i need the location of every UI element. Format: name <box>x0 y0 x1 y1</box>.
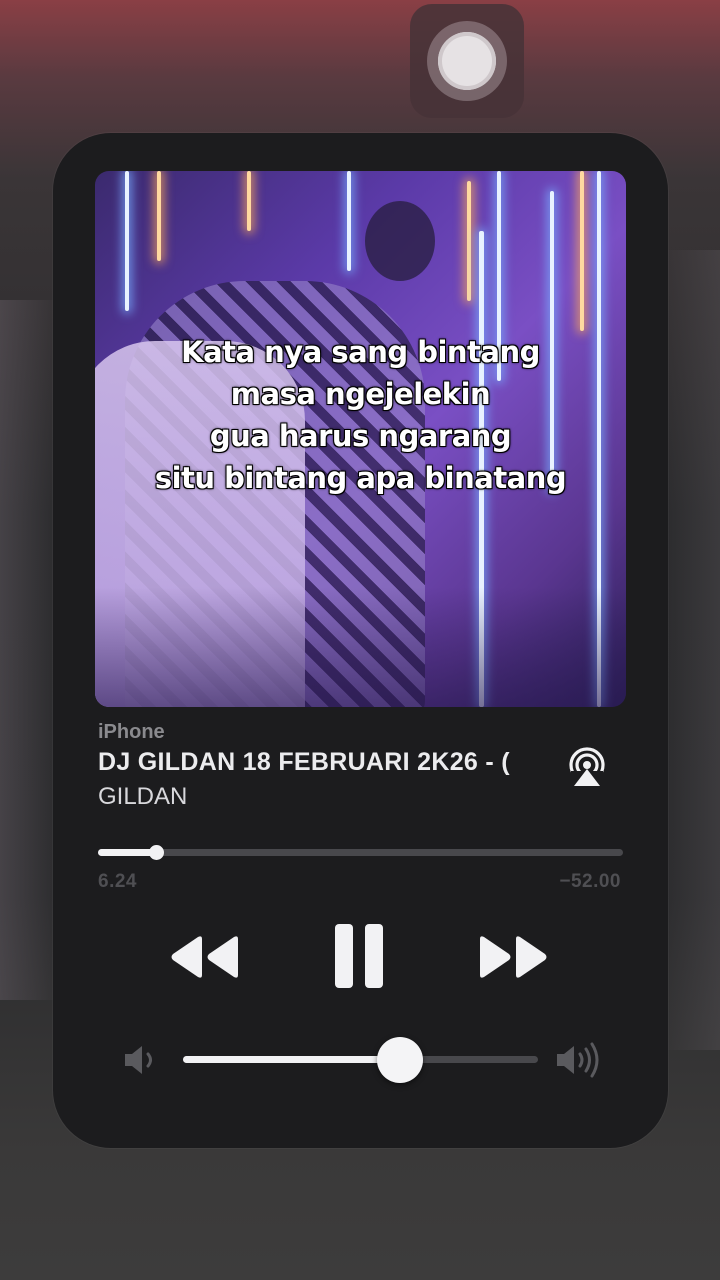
rewind-icon[interactable] <box>168 933 240 981</box>
background-blur-left <box>0 300 60 1000</box>
album-artwork[interactable]: Kata nya sang bintang masa ngejelekin gu… <box>95 171 626 707</box>
speaker-low-icon <box>125 1046 152 1074</box>
lyrics-line: situ bintang apa binatang <box>154 461 567 495</box>
volume-slider[interactable] <box>183 1037 538 1083</box>
lyrics-overlay: Kata nya sang bintang masa ngejelekin gu… <box>95 331 626 499</box>
lyrics-line: Kata nya sang bintang <box>181 335 540 369</box>
track-title[interactable]: DJ GILDAN 18 FEBRUARI 2K26 - ( <box>98 748 558 777</box>
playback-scrubber-handle[interactable] <box>148 845 164 860</box>
volume-fill <box>183 1056 400 1063</box>
screen-record-button[interactable] <box>410 4 524 118</box>
artist-name[interactable]: GILDAN <box>98 783 187 811</box>
artwork-neon-light <box>467 181 471 301</box>
lyrics-line: masa ngejelekin <box>230 377 491 411</box>
artwork-neon-light <box>580 171 584 331</box>
pause-icon[interactable] <box>333 922 387 990</box>
lyrics-line: gua harus ngarang <box>209 419 512 453</box>
artwork-neon-light <box>125 171 129 311</box>
artwork-neon-light <box>157 171 161 261</box>
artwork-neon-light <box>347 171 351 271</box>
now-playing-card: Kata nya sang bintang masa ngejelekin gu… <box>53 133 668 1148</box>
background-blur-right <box>660 250 720 1050</box>
artwork-neon-light <box>247 171 251 231</box>
output-device-label: iPhone <box>98 721 165 743</box>
speaker-high-icon <box>557 1042 599 1078</box>
time-remaining: −52.00 <box>559 871 621 892</box>
artwork-floor <box>95 587 626 707</box>
time-elapsed: 6.24 <box>98 871 137 892</box>
record-dot <box>438 32 496 90</box>
screen-record-icon <box>427 21 507 101</box>
playback-progress-fill <box>98 849 156 856</box>
playback-scrubber[interactable] <box>98 845 623 860</box>
fast-forward-icon[interactable] <box>478 933 550 981</box>
artwork-figure-head <box>365 201 435 281</box>
volume-slider-handle[interactable] <box>376 1037 423 1083</box>
airplay-icon[interactable] <box>565 747 609 787</box>
